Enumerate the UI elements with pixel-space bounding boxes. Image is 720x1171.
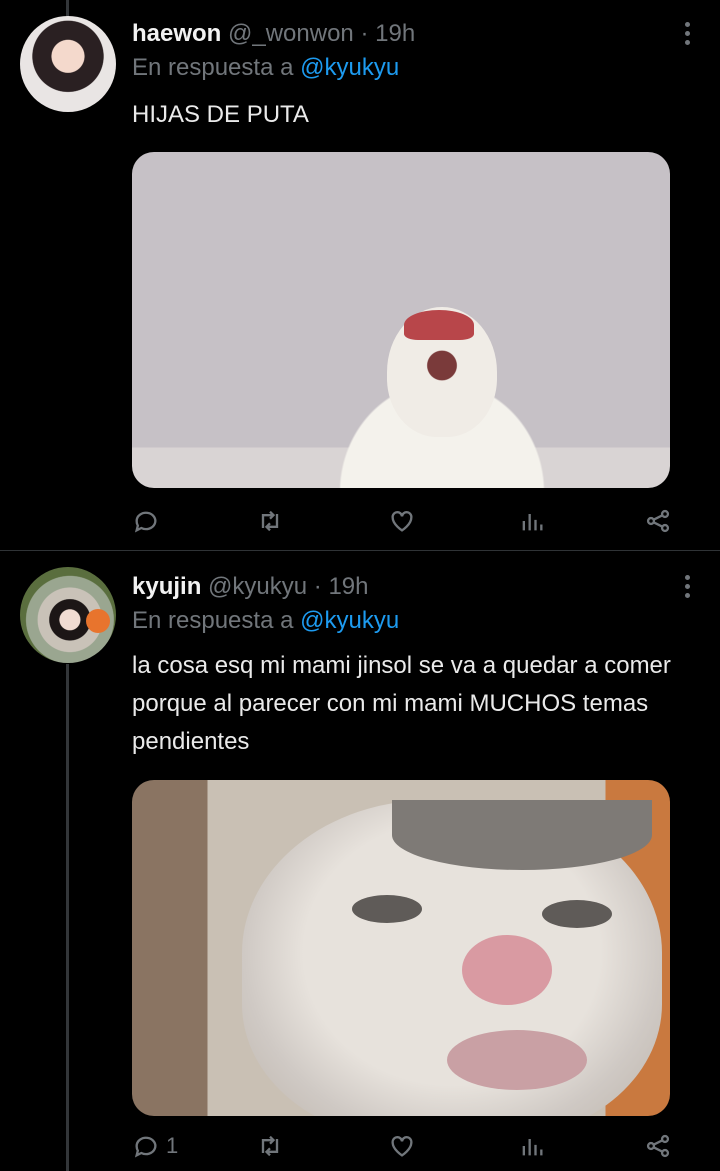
dog-eye-left	[352, 895, 422, 923]
tweet-media-image[interactable]	[132, 780, 670, 1116]
separator: ·	[360, 20, 369, 47]
hen-comb	[404, 310, 474, 340]
dog-head-patch	[392, 800, 652, 870]
separator: ·	[313, 573, 322, 600]
share-button[interactable]	[644, 1131, 672, 1161]
tweet-actions	[132, 506, 672, 536]
reply-prefix: En respuesta a	[132, 607, 294, 634]
timestamp[interactable]: 19h	[375, 20, 415, 47]
analytics-button[interactable]	[518, 1131, 546, 1161]
more-options-icon[interactable]	[684, 575, 690, 598]
tweet-text: la cosa esq mi mami jinsol se va a queda…	[132, 652, 671, 755]
reply-mention-link[interactable]: @kyukyu	[300, 607, 399, 634]
retweet-icon	[261, 1135, 279, 1157]
like-button[interactable]	[388, 506, 422, 536]
retweet-button[interactable]	[256, 1131, 290, 1161]
tweet-kyujin[interactable]: kyujin @kyukyu · 19h En respuesta a @kyu…	[0, 551, 720, 1171]
analytics-icon	[522, 1139, 543, 1156]
reply-count: 1	[166, 1133, 179, 1158]
avatar[interactable]	[20, 16, 116, 112]
reply-button[interactable]: 1	[132, 1131, 178, 1161]
tweet-text: HIJAS DE PUTA	[132, 101, 309, 128]
analytics-icon	[522, 514, 543, 531]
tweet-haewon[interactable]: haewon @_wonwon · 19h En respuesta a @ky…	[0, 0, 720, 550]
dog-face	[242, 800, 662, 1116]
display-name[interactable]: haewon	[132, 20, 221, 47]
tweet-header: haewon @_wonwon · 19h	[132, 20, 415, 48]
heart-icon	[391, 1136, 413, 1157]
dog-nose	[462, 935, 552, 1005]
like-button[interactable]	[388, 1131, 422, 1161]
reply-icon	[134, 511, 157, 533]
share-icon	[646, 509, 670, 533]
retweet-icon	[261, 510, 279, 532]
reply-context: En respuesta a @kyukyu	[132, 607, 399, 635]
tweet-media-image[interactable]	[132, 152, 670, 488]
dog-eye-right	[542, 900, 612, 928]
avatar[interactable]	[20, 567, 116, 663]
reply-prefix: En respuesta a	[132, 54, 294, 81]
share-icon	[646, 1134, 670, 1158]
timestamp[interactable]: 19h	[328, 573, 368, 600]
user-handle[interactable]: @_wonwon	[228, 20, 354, 47]
tweet-actions: 1	[132, 1131, 672, 1161]
dog-mouth	[447, 1030, 587, 1090]
user-handle[interactable]: @kyukyu	[208, 573, 307, 600]
reply-context: En respuesta a @kyukyu	[132, 54, 399, 82]
heart-icon	[391, 511, 413, 532]
reply-button[interactable]	[132, 506, 166, 536]
reply-icon	[134, 1136, 157, 1158]
reply-mention-link[interactable]: @kyukyu	[300, 54, 399, 81]
more-options-icon[interactable]	[684, 22, 690, 45]
share-button[interactable]	[644, 506, 672, 536]
tweet-header: kyujin @kyukyu · 19h	[132, 573, 368, 601]
retweet-button[interactable]	[256, 506, 290, 536]
display-name[interactable]: kyujin	[132, 573, 201, 600]
analytics-button[interactable]	[518, 506, 546, 536]
